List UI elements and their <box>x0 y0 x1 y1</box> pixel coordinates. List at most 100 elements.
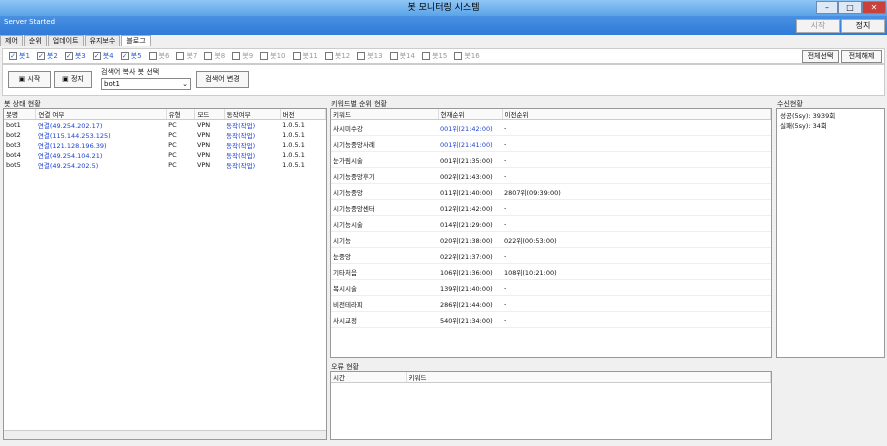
column-header[interactable]: 키워드 <box>331 109 439 120</box>
table-cell: 연결(49.254.202.17) <box>37 122 103 130</box>
table-cell: VPN <box>196 151 211 159</box>
close-button[interactable]: ✕ <box>862 1 886 14</box>
table-cell: 001위(21:35:00) <box>438 151 502 168</box>
bot-checkbox[interactable]: 봇13 <box>357 51 383 61</box>
column-header[interactable]: 동작여부 <box>224 109 281 120</box>
maximize-button[interactable]: □ <box>838 1 862 14</box>
table-cell: - <box>502 167 771 184</box>
change-keyword-button[interactable]: 검색어 변경 <box>196 71 249 88</box>
tab-control[interactable]: 제어 <box>0 35 23 46</box>
checkbox-icon <box>324 52 333 60</box>
column-header[interactable]: 연결 여부 <box>35 109 167 120</box>
bot-checkbox-label: 봇11 <box>302 52 318 60</box>
table-row[interactable]: 눈중앙 022위(21:37:00) - <box>331 247 771 264</box>
table-cell: 139위(21:40:00) <box>438 279 502 296</box>
bot-checkbox[interactable]: ✓ 봇4 <box>92 51 114 61</box>
bot-checkbox[interactable]: ✓ 봇1 <box>9 51 30 61</box>
bot-checkbox[interactable]: 봇7 <box>176 51 197 61</box>
table-cell: 시기능중앙사례 <box>331 135 438 152</box>
bot-checkbox[interactable]: 봇14 <box>389 51 415 61</box>
server-stop-button[interactable]: 정지 <box>841 19 885 33</box>
bot-checkbox[interactable]: 봇9 <box>232 51 253 61</box>
table-cell: - <box>502 119 771 136</box>
checkbox-icon <box>232 52 241 60</box>
bot-checkbox-label: 봇10 <box>270 52 286 60</box>
table-cell: VPN <box>196 141 211 149</box>
table-cell: 1.0.5.1 <box>282 141 305 149</box>
bot-checkbox[interactable]: ✓ 봇5 <box>120 51 142 61</box>
bot-checkbox-label: 봇16 <box>464 52 480 60</box>
horizontal-scrollbar[interactable] <box>4 430 326 439</box>
checkbox-icon <box>148 52 157 60</box>
bot-checkbox[interactable]: ✓ 봇3 <box>64 51 86 61</box>
table-row[interactable]: 시기능 020위(21:38:00) 022위(00:53:00) <box>331 231 771 248</box>
table-cell: 동작(작업) <box>226 132 256 140</box>
stop-button[interactable]: ▣ 정지 <box>54 71 92 88</box>
table-cell: bot3 <box>6 141 21 149</box>
select-all-button[interactable]: 전체선택 <box>802 50 839 63</box>
table-cell: - <box>502 311 771 328</box>
table-cell: 눈중앙 <box>331 247 438 264</box>
column-header[interactable]: 시간 <box>331 372 407 383</box>
bot-checkbox[interactable]: 봇6 <box>148 51 169 61</box>
bot-checkbox-label: 봇7 <box>186 52 198 60</box>
table-row[interactable]: 눈가림시술 001위(21:35:00) - <box>331 151 771 168</box>
bot-select-dropdown[interactable]: bot1 ⌄ <box>101 78 191 90</box>
table-cell: PC <box>168 151 177 159</box>
table-cell: 1.0.5.1 <box>282 131 305 139</box>
bot-checkbox[interactable]: 봇15 <box>421 51 447 61</box>
checkbox-icon: ✓ <box>92 52 101 60</box>
column-header[interactable]: 키워드 <box>406 372 771 383</box>
table-cell: 시기능중앙 <box>331 183 438 200</box>
table-cell: bot2 <box>6 131 21 139</box>
table-row[interactable]: bot5 연결(49.254.202.5) PC VPN 동작(작업) 1.0.5.1 <box>4 160 326 170</box>
server-start-button[interactable]: 시작 <box>796 19 840 33</box>
bot-checkbox[interactable]: 봇10 <box>260 51 286 61</box>
table-row[interactable]: 사시미수강 001위(21:42:00) - <box>331 119 771 136</box>
bot-checkbox-label: 봇5 <box>130 52 142 60</box>
table-row[interactable]: bot3 연결(121.128.196.39) PC VPN 동작(작업) 1.0.5.1 <box>4 140 326 150</box>
table-cell: 001위(21:42:00) <box>438 119 502 136</box>
tab-maintenance[interactable]: 유지보수 <box>84 35 121 46</box>
bot-status-table: 봇명 연결 여부 유형 모드 동작여부 버전 bot1 연결(49.254.202.17) PC… <box>4 109 326 170</box>
bot-checkbox[interactable]: 봇11 <box>292 51 318 61</box>
table-row[interactable]: 기타처음 106위(21:36:00) 108위(10:21:00) <box>331 263 771 280</box>
column-header[interactable]: 모드 <box>194 109 225 120</box>
table-row[interactable]: 사시교정 540위(21:34:00) - <box>331 311 771 328</box>
table-cell: 1.0.5.1 <box>282 161 305 169</box>
table-cell: 동작(작업) <box>226 162 256 170</box>
bot-checkbox[interactable]: 봇16 <box>454 51 480 61</box>
table-row[interactable]: 비전테라피 286위(21:44:00) - <box>331 295 771 312</box>
table-cell: 연결(121.128.196.39) <box>37 142 107 150</box>
bot-checkbox[interactable]: 봇12 <box>324 51 350 61</box>
start-button[interactable]: ▣ 시작 <box>8 71 51 88</box>
minimize-button[interactable]: – <box>816 1 838 14</box>
table-cell: 020위(21:38:00) <box>438 231 502 248</box>
table-cell: PC <box>168 161 177 169</box>
tab-rank[interactable]: 순위 <box>23 35 47 46</box>
table-row[interactable]: 시기능중앙후기 002위(21:43:00) - <box>331 167 771 184</box>
table-row[interactable]: bot2 연결(115.144.253.125) PC VPN 동작(작업) 1.0.5.… <box>4 130 326 140</box>
bot-checkbox[interactable]: ✓ 봇2 <box>36 51 58 61</box>
column-header[interactable]: 현재순위 <box>438 109 503 120</box>
bot-checkbox[interactable]: 봇8 <box>204 51 225 61</box>
tab-update[interactable]: 업데이트 <box>47 35 84 46</box>
column-header[interactable]: 이전순위 <box>502 109 771 120</box>
table-row[interactable]: 시기능시술 014위(21:29:00) - <box>331 215 771 232</box>
column-header[interactable]: 유형 <box>166 109 196 120</box>
table-cell: 연결(115.144.253.125) <box>37 132 111 140</box>
table-row[interactable]: 시기능중앙 011위(21:40:00) 2807위(09:39:00) <box>331 183 771 200</box>
tab-blog[interactable]: 블로그 <box>121 35 151 46</box>
table-cell: 시기능중앙센터 <box>331 199 438 216</box>
table-row[interactable]: 시기능중앙사례 001위(21:41:00) - <box>331 135 771 152</box>
table-row[interactable]: 복시시술 139위(21:40:00) - <box>331 279 771 296</box>
table-cell: PC <box>168 131 177 139</box>
table-cell: 106위(21:36:00) <box>438 263 502 280</box>
table-row[interactable]: bot4 연결(49.254.104.21) PC VPN 동작(작업) 1.0.5.1 <box>4 150 326 160</box>
table-row[interactable]: bot1 연결(49.254.202.17) PC VPN 동작(작업) 1.0.5.1 <box>4 120 326 130</box>
table-row[interactable]: 시기능중앙센터 012위(21:42:00) - <box>331 199 771 216</box>
deselect-all-button[interactable]: 전체해제 <box>841 50 882 63</box>
table-cell: 002위(21:43:00) <box>438 167 502 184</box>
column-header[interactable]: 버전 <box>280 109 326 120</box>
column-header[interactable]: 봇명 <box>4 109 37 120</box>
